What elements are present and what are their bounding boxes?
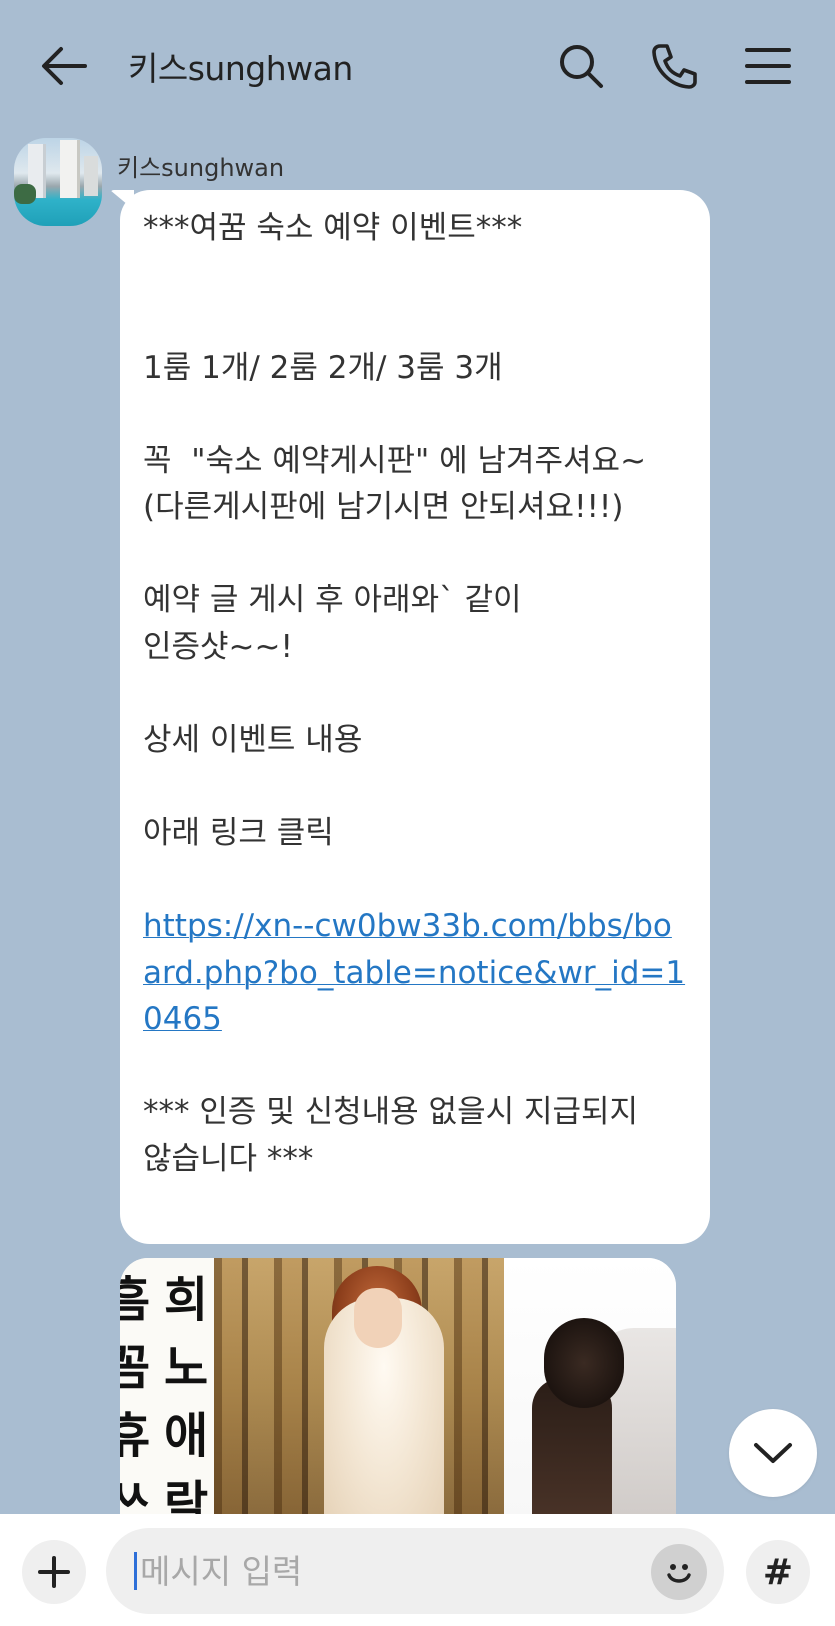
back-button[interactable] bbox=[36, 38, 92, 94]
call-button[interactable] bbox=[646, 38, 702, 94]
plus-icon bbox=[38, 1556, 70, 1588]
image-photo-woman bbox=[214, 1258, 504, 1518]
menu-button[interactable] bbox=[740, 38, 796, 94]
input-bar: # bbox=[0, 1514, 835, 1626]
attach-button[interactable] bbox=[22, 1540, 86, 1604]
image-strip-col2: 희 노 애 락 bbox=[164, 1272, 209, 1518]
message-footer-text: *** 인증 및 신청내용 없을시 지급되지 않습니다 *** bbox=[143, 1094, 639, 1177]
hamburger-menu-icon bbox=[745, 48, 791, 84]
image-text-strip: 흠 꼼 휴 쓰 희 노 애 락 bbox=[120, 1258, 214, 1518]
hashtag-button[interactable]: # bbox=[746, 1540, 810, 1604]
message-link[interactable]: https://xn--cw0bw33b.com/bbs/board.php?b… bbox=[143, 903, 688, 1043]
image-photo-profile bbox=[504, 1258, 676, 1518]
image-strip-col1: 흠 꼼 휴 쓰 bbox=[120, 1272, 151, 1518]
arrow-left-icon bbox=[42, 47, 87, 85]
phone-icon bbox=[652, 44, 697, 89]
search-button[interactable] bbox=[553, 38, 609, 94]
chevron-down-icon bbox=[754, 1443, 792, 1463]
emoji-button[interactable] bbox=[651, 1544, 707, 1600]
image-message[interactable]: 흠 꼼 휴 쓰 희 노 애 락 bbox=[120, 1258, 676, 1518]
chat-title: 키스sunghwan bbox=[128, 49, 353, 88]
message-text: ***여꿈 숙소 예약 이벤트*** 1룸 1개/ 2룸 2개/ 3룸 3개 꼭… bbox=[143, 210, 647, 851]
scroll-to-bottom-button[interactable] bbox=[729, 1409, 817, 1497]
sender-name: 키스sunghwan bbox=[117, 154, 285, 182]
emoji-icon bbox=[667, 1564, 691, 1583]
chat-header: 키스sunghwan bbox=[0, 0, 835, 130]
text-caret bbox=[134, 1552, 137, 1590]
sender-avatar[interactable] bbox=[14, 138, 102, 226]
message-input-field[interactable] bbox=[106, 1528, 724, 1614]
search-icon bbox=[560, 45, 603, 88]
message-input[interactable] bbox=[140, 1548, 600, 1594]
